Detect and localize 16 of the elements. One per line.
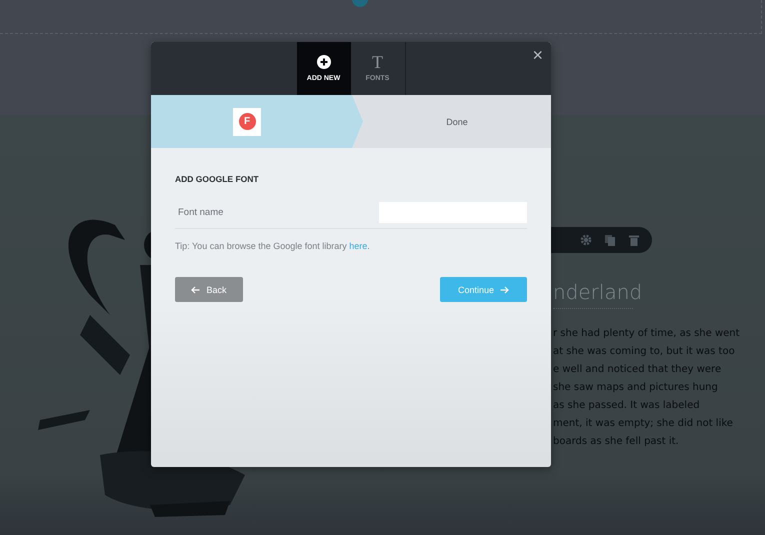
font-logo: F	[238, 113, 256, 130]
field-label: Font name	[178, 207, 224, 218]
plus-icon	[316, 55, 330, 69]
close-button[interactable]: ×	[530, 45, 545, 66]
back-button[interactable]: Back	[175, 277, 243, 302]
gear-icon[interactable]	[580, 234, 592, 246]
arrow-left-icon	[191, 286, 200, 294]
copy-icon[interactable]	[604, 234, 616, 246]
continue-button[interactable]: Continue	[440, 277, 527, 302]
section-heading: ADD GOOGLE FONT	[175, 174, 260, 184]
trash-icon[interactable]	[628, 234, 640, 246]
page-heading: nderland	[553, 280, 642, 304]
tip-text: Tip: You can browse the Google font library here.	[175, 241, 371, 251]
library-link[interactable]: here	[349, 241, 368, 251]
arrow-right-icon	[500, 286, 510, 294]
wizard-step: Done	[352, 95, 551, 148]
